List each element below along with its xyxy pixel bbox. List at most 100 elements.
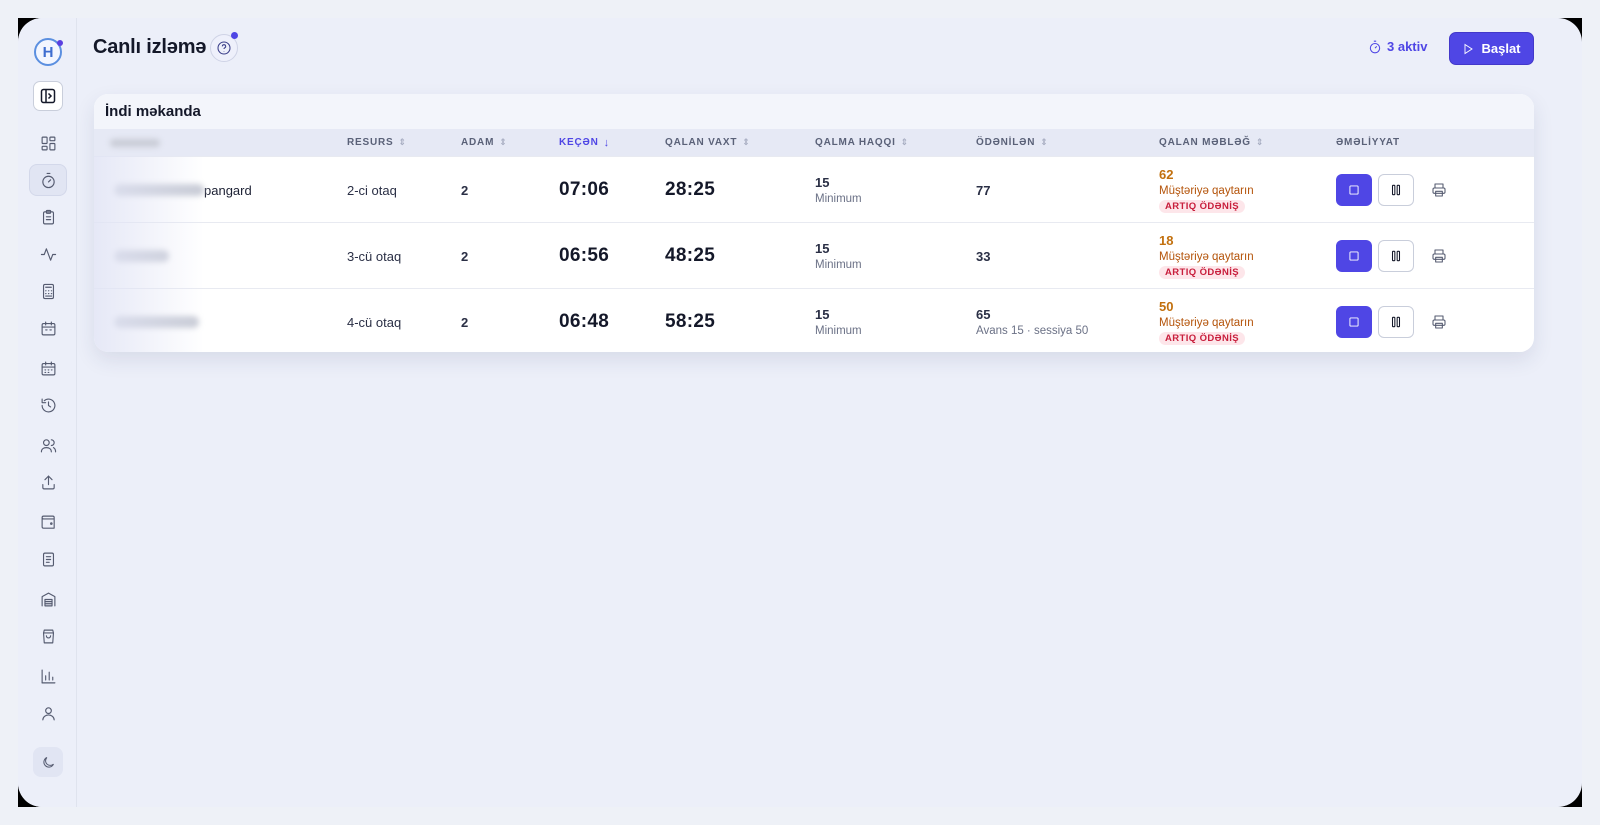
book-icon	[42, 552, 54, 566]
column-label: ÖDƏNİLƏN	[976, 137, 1036, 148]
column-header-elapsed[interactable]: KEÇƏN ↓	[559, 129, 609, 156]
sort-desc-icon: ↓	[603, 136, 610, 149]
stop-button[interactable]	[1336, 174, 1372, 206]
sidebar-item-live-tracking[interactable]	[29, 164, 67, 196]
fee-sub: Minimum	[815, 325, 862, 337]
user-icon	[41, 706, 55, 720]
start-button-label: Başlat	[1481, 41, 1521, 56]
sidebar-item-activity[interactable]	[29, 238, 67, 270]
sidebar: H	[18, 18, 77, 807]
question-icon	[217, 41, 231, 55]
sidebar-item-schedule[interactable]	[29, 352, 67, 384]
sort-icon: ⇕	[1040, 137, 1048, 147]
people-cell: 2	[461, 314, 469, 330]
printer-icon	[1432, 315, 1446, 329]
blurred-header	[110, 138, 160, 147]
table-header: RESURS ⇕ ADAM ⇕ KEÇƏN ↓ QALAN VAXT ⇕ QALMA H…	[94, 129, 1534, 156]
column-header-remaining-time[interactable]: QALAN VAXT ⇕	[665, 129, 750, 156]
elapsed-cell: 07:06	[559, 179, 610, 200]
overpayment-badge: ARTIQ ÖDƏNİŞ	[1159, 200, 1245, 213]
start-session-button[interactable]: Başlat	[1449, 32, 1534, 65]
column-header-paid[interactable]: ÖDƏNİLƏN ⇕	[976, 129, 1048, 156]
sidebar-item-orders[interactable]	[29, 201, 67, 233]
fee-cell: 15	[815, 241, 830, 256]
calendar-grid-icon	[41, 361, 55, 375]
blurred-name	[114, 316, 199, 328]
pause-icon	[1391, 184, 1401, 196]
pause-button[interactable]	[1378, 306, 1414, 338]
sidebar-item-ledger[interactable]	[29, 543, 67, 575]
sidebar-item-calendar[interactable]	[29, 312, 67, 344]
stop-button[interactable]	[1336, 240, 1372, 272]
remaining-amount-cell: 50	[1159, 299, 1174, 314]
elapsed-cell: 06:48	[559, 311, 610, 332]
refund-note: Müştəriyə qaytarın	[1159, 317, 1254, 329]
fee-sub: Minimum	[815, 259, 862, 271]
print-button[interactable]	[1424, 174, 1454, 206]
row-actions	[1336, 289, 1454, 352]
remaining-time-cell: 28:25	[665, 179, 716, 200]
sort-icon: ⇕	[398, 137, 407, 147]
people-cell: 2	[461, 248, 469, 264]
stopwatch-icon	[1369, 40, 1381, 53]
table-row[interactable]: 3-cü otaq 2 06:56 48:25 15 Minimum 33 18 M…	[94, 222, 1534, 288]
activity-icon	[40, 247, 56, 261]
sidebar-item-calculator[interactable]	[29, 275, 67, 307]
timer-icon	[41, 172, 55, 188]
sidebar-item-shop[interactable]	[29, 620, 67, 652]
sidebar-item-wallet[interactable]	[29, 506, 67, 538]
card-title: İndi məkanda	[94, 94, 1534, 129]
fee-cell: 15	[815, 175, 830, 190]
column-label: RESURS	[347, 137, 394, 148]
refund-note: Müştəriyə qaytarın	[1159, 251, 1254, 263]
overpayment-badge: ARTIQ ÖDƏNİŞ	[1159, 266, 1245, 279]
sidebar-item-profile[interactable]	[29, 697, 67, 729]
pause-button[interactable]	[1378, 174, 1414, 206]
blurred-name	[114, 250, 169, 262]
print-button[interactable]	[1424, 240, 1454, 272]
paid-sub: Avans 15 · sessiya 50	[976, 325, 1089, 337]
sidebar-item-customers[interactable]	[29, 429, 67, 461]
active-sessions-indicator[interactable]: 3 aktiv	[1368, 39, 1427, 54]
current-visitors-card: İndi məkanda RESURS ⇕ ADAM ⇕ KEÇƏN ↓ QALAN …	[94, 94, 1534, 352]
remaining-time-cell: 58:25	[665, 311, 716, 332]
warehouse-icon	[41, 592, 55, 606]
play-icon	[1465, 43, 1474, 54]
column-header-name[interactable]	[110, 129, 160, 156]
column-label: QALAN VAXT	[665, 137, 738, 148]
column-header-resource[interactable]: RESURS ⇕	[347, 129, 406, 156]
resource-cell: 3-cü otaq	[347, 248, 402, 264]
resource-cell: 2-ci otaq	[347, 182, 397, 198]
history-icon	[41, 398, 55, 412]
table-row[interactable]: 4-cü otaq 2 06:48 58:25 15 Minimum 65 Avan…	[94, 288, 1534, 352]
sidebar-item-warehouse[interactable]	[29, 583, 67, 615]
print-button[interactable]	[1424, 306, 1454, 338]
pause-button[interactable]	[1378, 240, 1414, 272]
table-row[interactable]: pangard 2-ci otaq 2 07:06 28:25 15 Minimu…	[94, 156, 1534, 222]
refund-note: Müştəriyə qaytarın	[1159, 185, 1254, 197]
remaining-amount-cell: 62	[1159, 167, 1174, 182]
column-header-people[interactable]: ADAM ⇕	[461, 129, 507, 156]
calculator-icon	[42, 283, 54, 299]
theme-toggle-button[interactable]	[33, 747, 63, 777]
sidebar-item-reports[interactable]	[29, 660, 67, 692]
sidebar-item-history[interactable]	[29, 389, 67, 421]
column-header-remaining-amount[interactable]: QALAN MƏBLƏĞ ⇕	[1159, 129, 1263, 156]
printer-icon	[1432, 183, 1446, 197]
sidebar-item-export[interactable]	[29, 466, 67, 498]
upload-icon	[41, 475, 55, 489]
column-header-stay-fee[interactable]: QALMA HAQQI ⇕	[815, 129, 908, 156]
column-label: KEÇƏN	[559, 137, 599, 148]
pause-icon	[1391, 316, 1401, 328]
moon-icon	[42, 756, 54, 768]
paid-cell: 33	[976, 248, 991, 264]
sidebar-toggle-button[interactable]	[33, 81, 63, 111]
calendar-icon	[41, 321, 55, 335]
sidebar-item-dashboard[interactable]	[29, 127, 67, 159]
customer-name	[114, 223, 169, 289]
customer-name: pangard	[114, 157, 252, 223]
name-suffix: pangard	[204, 182, 252, 198]
page-title: Canlı izləmə	[93, 36, 207, 58]
logo-letter: H	[42, 43, 54, 61]
stop-button[interactable]	[1336, 306, 1372, 338]
